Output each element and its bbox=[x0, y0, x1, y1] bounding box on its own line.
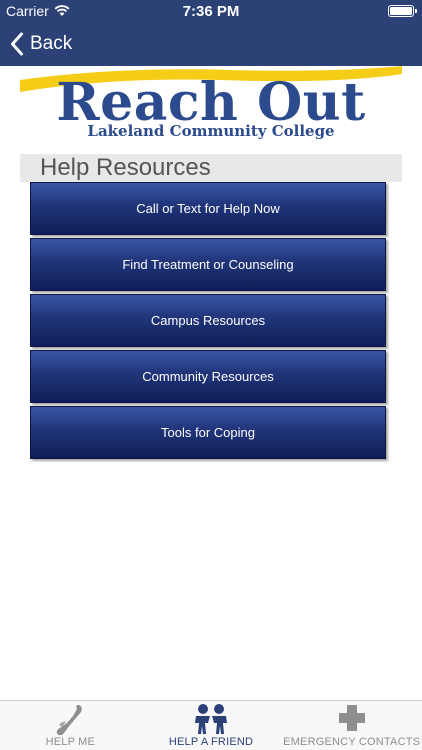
battery-icon bbox=[388, 5, 417, 17]
tab-label: EMERGENCY CONTACTS bbox=[283, 736, 421, 748]
find-treatment-button[interactable]: Find Treatment or Counseling bbox=[30, 238, 386, 291]
medical-cross-icon bbox=[338, 705, 365, 731]
campus-resources-button[interactable]: Campus Resources bbox=[30, 294, 386, 347]
helping-hands-icon bbox=[57, 705, 83, 736]
reach-out-logo: Reach Out Lakeland Community College bbox=[20, 66, 402, 146]
tab-help-a-friend[interactable]: HELP A FRIEND bbox=[141, 701, 282, 750]
call-or-text-button[interactable]: Call or Text for Help Now bbox=[30, 182, 386, 235]
help-resources-menu: Call or Text for Help Now Find Treatment… bbox=[30, 182, 388, 462]
tab-label: HELP A FRIEND bbox=[168, 736, 254, 748]
community-resources-button[interactable]: Community Resources bbox=[30, 350, 386, 403]
navigation-bar: Carrier 7:36 PM Back bbox=[0, 0, 422, 66]
back-button[interactable]: Back bbox=[10, 30, 72, 58]
status-time: 7:36 PM bbox=[182, 3, 240, 20]
chevron-left-icon bbox=[11, 32, 23, 56]
screen: Carrier 7:36 PM Back Reach Out Lakeland … bbox=[0, 0, 422, 750]
tab-bar: HELP ME HELP A FRIEND EMERGENCY CONTACTS bbox=[0, 700, 422, 750]
tab-label: HELP ME bbox=[45, 736, 96, 748]
tools-for-coping-button[interactable]: Tools for Coping bbox=[30, 406, 386, 459]
tab-emergency-contacts[interactable]: EMERGENCY CONTACTS bbox=[281, 701, 422, 750]
friends-icon bbox=[195, 704, 227, 734]
back-label: Back bbox=[30, 33, 73, 54]
tab-help-me[interactable]: HELP ME bbox=[0, 701, 141, 750]
logo-subtitle: Lakeland Community College bbox=[87, 122, 335, 140]
section-title: Help Resources bbox=[20, 154, 402, 182]
status-bar: Carrier 7:36 PM bbox=[0, 0, 422, 22]
